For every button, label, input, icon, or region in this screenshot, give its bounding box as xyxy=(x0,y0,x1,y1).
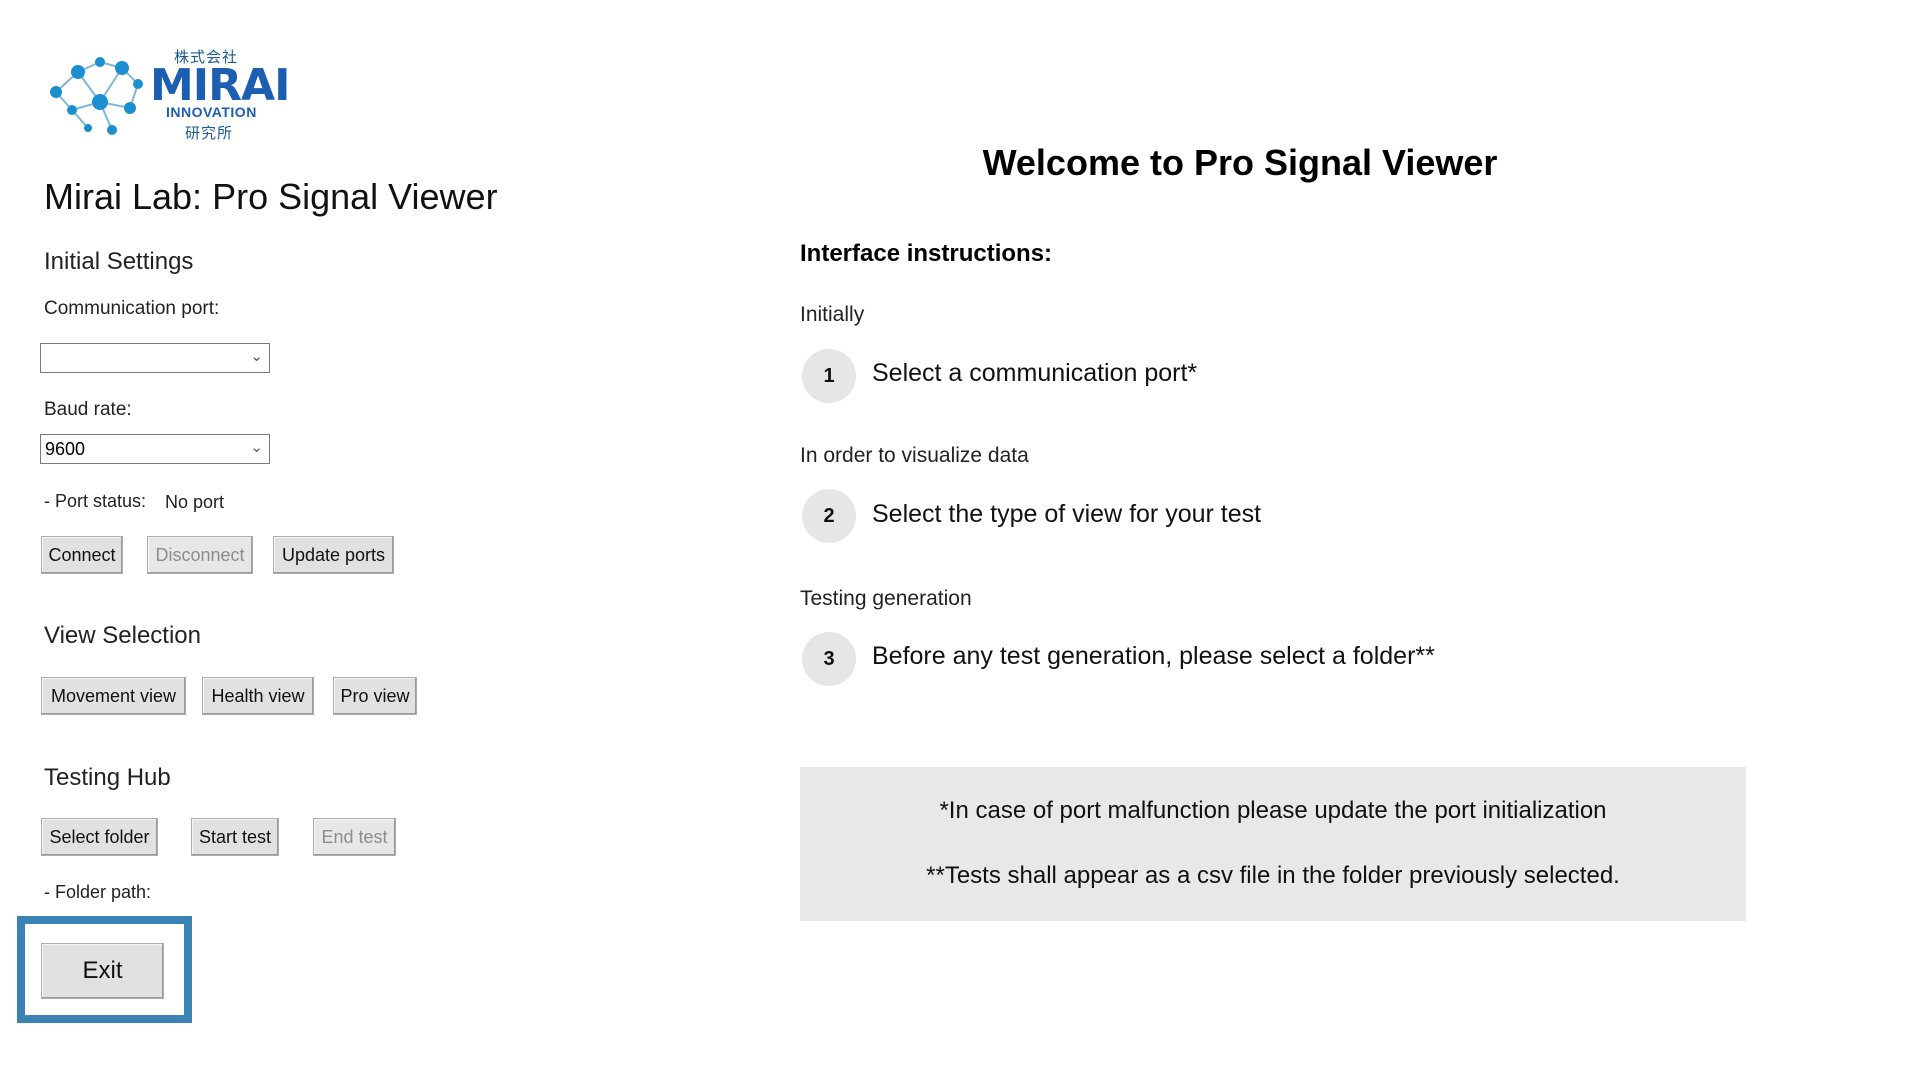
notes-box: *In case of port malfunction please upda… xyxy=(800,767,1746,921)
baud-rate-select[interactable]: 9600 ⌄ xyxy=(40,434,270,464)
comm-port-label: Communication port: xyxy=(44,298,220,319)
folder-path-label: - Folder path: xyxy=(44,882,152,902)
network-logo-icon xyxy=(50,57,143,135)
exit-button[interactable]: Exit xyxy=(41,943,164,999)
logo-jp-bottom: 研究所 xyxy=(185,125,234,142)
comm-port-select[interactable]: ⌄ xyxy=(40,343,270,373)
app-title: Mirai Lab: Pro Signal Viewer xyxy=(44,176,498,217)
step-3-text: Before any test generation, please selec… xyxy=(872,642,1435,670)
instructions-heading: Interface instructions: xyxy=(800,240,1053,267)
testing-hub-heading: Testing Hub xyxy=(44,764,171,791)
pro-view-button[interactable]: Pro view xyxy=(333,677,417,715)
step-1-badge: 1 xyxy=(802,349,856,403)
phase-testing: Testing generation xyxy=(800,587,972,610)
select-folder-button[interactable]: Select folder xyxy=(41,818,158,856)
step-1-text: Select a communication port* xyxy=(872,359,1198,387)
baud-rate-value: 9600 xyxy=(45,439,86,459)
view-selection-heading: View Selection xyxy=(44,622,201,649)
baud-rate-label: Baud rate: xyxy=(44,399,132,420)
initial-settings-heading: Initial Settings xyxy=(44,248,194,275)
phase-initially: Initially xyxy=(800,303,865,326)
note-port-malfunction: *In case of port malfunction please upda… xyxy=(939,797,1607,824)
step-3-badge: 3 xyxy=(802,632,856,686)
end-test-button[interactable]: End test xyxy=(313,818,396,856)
disconnect-button[interactable]: Disconnect xyxy=(147,536,253,574)
chevron-down-icon: ⌄ xyxy=(250,348,263,365)
step-2-badge: 2 xyxy=(802,489,856,543)
update-ports-button[interactable]: Update ports xyxy=(273,536,394,574)
phase-visualize: In order to visualize data xyxy=(800,444,1029,467)
logo-innovation: INNOVATION xyxy=(166,104,257,120)
start-test-button[interactable]: Start test xyxy=(191,818,279,856)
chevron-down-icon: ⌄ xyxy=(250,439,263,456)
step-2-text: Select the type of view for your test xyxy=(872,500,1262,528)
welcome-title: Welcome to Pro Signal Viewer xyxy=(982,142,1498,183)
connect-button[interactable]: Connect xyxy=(41,536,123,574)
mirai-logo: 株式会社 MIRAI INNOVATION 研究所 xyxy=(42,46,290,146)
port-status-label: - Port status: xyxy=(44,491,147,511)
movement-view-button[interactable]: Movement view xyxy=(41,677,186,715)
note-csv-output: **Tests shall appear as a csv file in th… xyxy=(926,862,1620,889)
port-status-value: No port xyxy=(165,492,225,512)
health-view-button[interactable]: Health view xyxy=(202,677,314,715)
